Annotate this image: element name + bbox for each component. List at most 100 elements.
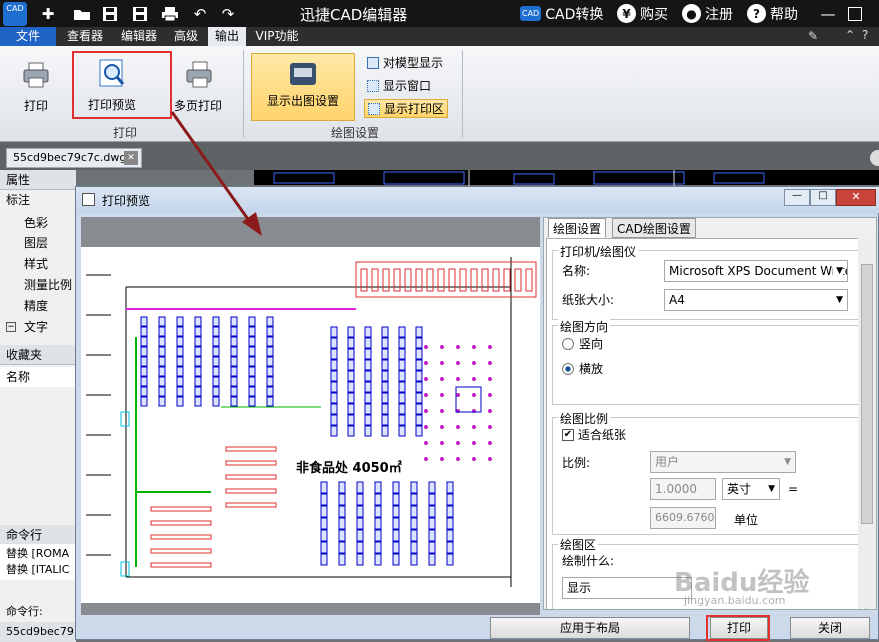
show-window-label: 显示窗口 — [383, 79, 432, 93]
to-model-display-button[interactable]: 对模型显示 — [364, 53, 446, 72]
multi-page-print-button[interactable]: 多页打印 — [172, 60, 224, 114]
app-title: 迅捷CAD编辑器 — [300, 6, 408, 24]
printer-group-label: 打印机/绘图仪 — [558, 243, 639, 260]
undo-icon[interactable]: ↶ — [190, 4, 210, 23]
collapse-icon[interactable]: ⌃ — [845, 28, 855, 42]
brush-icon[interactable]: ✎ — [808, 29, 818, 43]
fit-paper-checkbox[interactable]: ✔ 适合纸张 — [562, 426, 626, 443]
scale-label: 比例: — [562, 456, 591, 470]
draw-what-select[interactable]: 显示 — [562, 577, 692, 599]
tab-plot-settings[interactable]: 绘图设置 — [548, 218, 607, 238]
measure-scale-item[interactable]: 测量比例 — [0, 275, 76, 295]
print-icon[interactable] — [160, 4, 180, 23]
yen-icon: ¥ — [617, 4, 636, 23]
cad-convert-button[interactable]: CAD CAD转换 — [520, 3, 603, 24]
floor-plan-drawing — [86, 257, 537, 587]
scale-select-value: 用户 — [655, 455, 680, 469]
printer-select[interactable]: Microsoft XPS Document Writer ▼ — [664, 260, 848, 282]
printer-icon — [23, 62, 49, 88]
paper-size-select[interactable]: A4 ▼ — [664, 289, 848, 311]
menu-output[interactable]: 输出 — [208, 27, 246, 46]
show-window-button[interactable]: 显示窗口 — [364, 76, 434, 95]
menu-vip[interactable]: VIP功能 — [252, 27, 302, 46]
menu-file[interactable]: 文件 — [0, 27, 56, 46]
unit-label: 单位 — [734, 513, 759, 527]
save-as-icon[interactable] — [130, 4, 150, 23]
menu-viewer[interactable]: 查看器 — [62, 27, 108, 46]
left-panel: 属性 标注 色彩 图层 样式 测量比例 精度 − 文字 收藏夹 名称 命令行 替换… — [0, 170, 76, 642]
landscape-radio[interactable]: 横放 — [562, 360, 603, 377]
plot-settings-icon — [290, 63, 316, 85]
close-dialog-button[interactable]: 关闭 — [790, 617, 870, 639]
save-icon[interactable] — [100, 4, 120, 23]
chevron-down-icon: ▼ — [833, 261, 843, 281]
buy-button[interactable]: ¥ 购买 — [617, 3, 668, 24]
menu-advanced[interactable]: 高级 — [168, 27, 204, 46]
dialog-minimize-icon[interactable]: — — [784, 189, 810, 206]
color-item[interactable]: 色彩 — [0, 213, 76, 233]
print-group-label: 打印 — [112, 126, 137, 140]
menu-bar: 文件 查看器 编辑器 高级 输出 VIP功能 ✎ ⌃ ? — [0, 27, 879, 46]
show-print-area-label: 显示打印区 — [384, 102, 445, 116]
landscape-label: 横放 — [579, 362, 604, 376]
scale-select[interactable]: 用户 ▼ — [650, 451, 796, 473]
dialog-title: 打印预览 — [102, 194, 151, 208]
plot-group-label: 绘图设置 — [330, 126, 379, 140]
scale-number-input[interactable]: 1.0000 — [650, 478, 716, 500]
print-label: 打印 — [23, 99, 48, 113]
apply-to-layout-button[interactable]: 应用于布局 — [490, 617, 690, 639]
preview-area[interactable]: 非食品处 4050㎡ — [81, 217, 540, 615]
settings-scrollbar[interactable] — [858, 238, 876, 608]
close-tab-icon[interactable]: ✕ — [124, 151, 138, 165]
help-button[interactable]: ? 帮助 — [747, 3, 798, 24]
draw-what-label: 绘制什么: — [562, 554, 615, 568]
multi-print-icon — [186, 61, 212, 88]
question-icon: ? — [747, 4, 766, 23]
register-button[interactable]: ● 注册 — [682, 3, 733, 24]
show-plot-settings-button[interactable]: 显示出图设置 — [251, 53, 355, 121]
menu-editor[interactable]: 编辑器 — [116, 27, 162, 46]
ribbon-separator — [243, 50, 244, 138]
new-file-icon[interactable]: ✚ — [38, 4, 58, 23]
cad-canvas[interactable] — [254, 170, 879, 187]
app-logo: CAD — [3, 2, 27, 26]
print-preview-dialog: 打印预览 — □ ✕ 非食品处 4050㎡ 绘图设置 CAD绘图设置 打印机/绘… — [75, 186, 879, 641]
tab-cad-plot-settings[interactable]: CAD绘图设置 — [612, 218, 696, 238]
layer-item[interactable]: 图层 — [0, 233, 76, 253]
to-model-display-label: 对模型显示 — [383, 56, 444, 70]
help-small-icon[interactable]: ? — [862, 28, 868, 42]
collapse-icon[interactable]: − — [6, 322, 16, 332]
open-folder-icon[interactable] — [72, 4, 92, 23]
drawing-area-label: 非食品处 4050㎡ — [296, 461, 402, 476]
scroll-arrow-icon[interactable] — [870, 150, 879, 166]
register-label: 注册 — [705, 6, 733, 23]
unit-select[interactable]: 英寸 ▼ — [722, 478, 780, 500]
scale-group-label: 绘图比例 — [558, 410, 611, 427]
settings-panel: 绘图设置 CAD绘图设置 打印机/绘图仪 名称: Microsoft XPS D… — [543, 217, 877, 610]
buy-label: 购买 — [640, 6, 668, 23]
document-tab[interactable]: 55cd9bec79c7c.dwg ✕ — [6, 148, 142, 168]
dialog-maximize-icon[interactable]: □ — [810, 189, 836, 206]
command-prompt[interactable]: 命令行: — [0, 602, 76, 622]
redo-icon[interactable]: ↷ — [218, 4, 238, 23]
scrollbar-thumb[interactable] — [861, 264, 873, 524]
window-icon — [367, 79, 379, 92]
style-item[interactable]: 样式 — [0, 254, 76, 274]
show-print-area-button[interactable]: 显示打印区 — [364, 99, 449, 118]
dialog-icon — [82, 193, 95, 206]
text-item[interactable]: − 文字 — [0, 317, 76, 337]
favorites-header: 收藏夹 — [0, 345, 76, 365]
maximize-icon[interactable] — [848, 7, 862, 21]
portrait-radio[interactable]: 竖向 — [562, 335, 603, 352]
title-bar: CAD ✚ ↶ ↷ 迅捷CAD编辑器 CAD CAD转换 ¥ 购买 ● 注册 ?… — [0, 0, 879, 27]
bottom-doc-tab[interactable]: 55cd9bec79 — [0, 622, 76, 642]
radio-icon — [562, 337, 574, 350]
print-button[interactable]: 打印 — [14, 60, 58, 114]
dialog-close-icon[interactable]: ✕ — [836, 189, 876, 206]
unit-number-input[interactable]: 6609.6760 — [650, 507, 716, 529]
printer-select-value: Microsoft XPS Document Writer — [669, 264, 848, 278]
ribbon-separator — [462, 50, 463, 138]
minimize-icon[interactable]: — — [818, 4, 838, 23]
precision-item[interactable]: 精度 — [0, 296, 76, 316]
annotation-item[interactable]: 标注 — [0, 190, 76, 210]
